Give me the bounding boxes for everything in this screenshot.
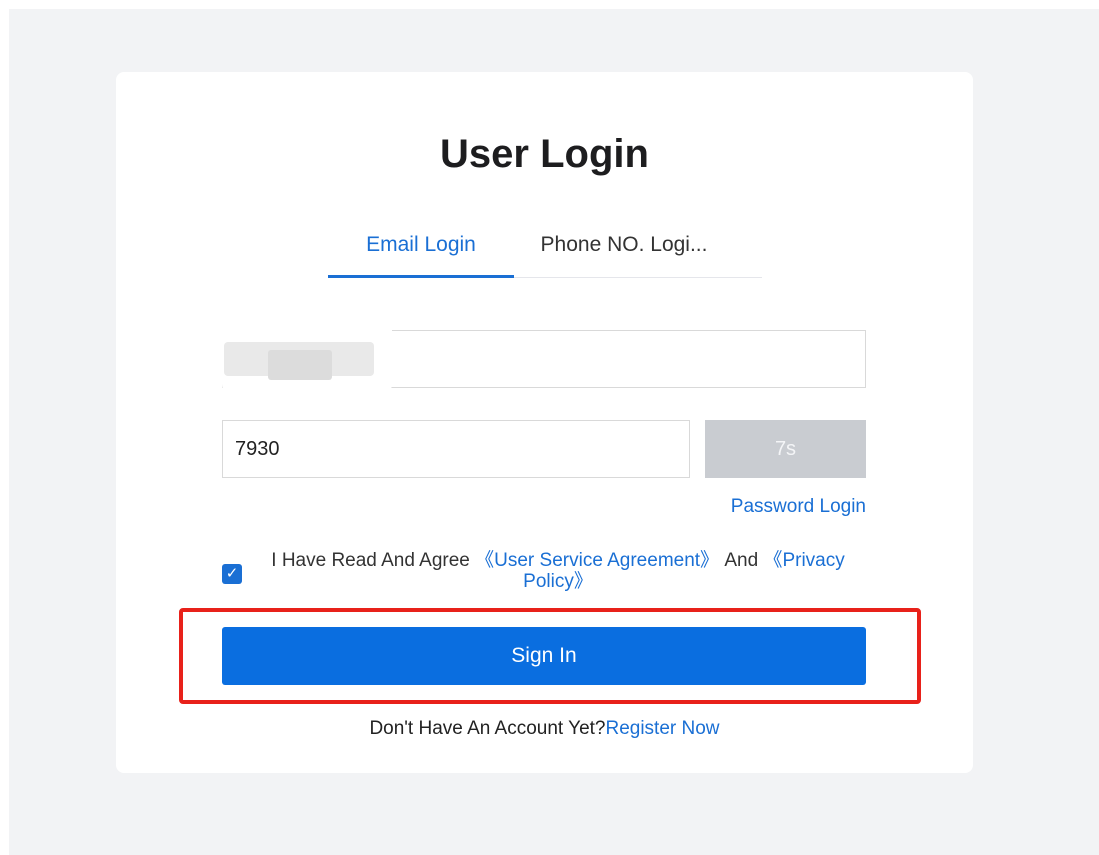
tab-email-login[interactable]: Email Login (328, 222, 514, 278)
login-tabs: Email Login Phone NO. Logi... (328, 222, 762, 278)
register-now-link[interactable]: Register Now (605, 718, 719, 739)
agreement-and: And (719, 550, 764, 571)
page-title: User Login (440, 132, 649, 176)
verification-code-input[interactable] (222, 420, 690, 478)
register-prompt: Don't Have An Account Yet? (369, 718, 606, 739)
tab-phone-login[interactable]: Phone NO. Logi... (524, 222, 724, 275)
password-login-link[interactable]: Password Login (731, 496, 866, 518)
send-code-countdown-button[interactable]: 7s (705, 420, 866, 478)
agreement-checkbox[interactable]: ✓ (222, 564, 242, 584)
agreement-text: I Have Read And Agree 《User Service Agre… (250, 550, 866, 592)
agreement-row: ✓ I Have Read And Agree 《User Service Ag… (222, 550, 866, 598)
user-service-agreement-link[interactable]: 《User Service Agreement》 (475, 550, 719, 571)
register-row: Don't Have An Account Yet?Register Now (116, 718, 973, 740)
agreement-prefix: I Have Read And Agree (271, 550, 476, 571)
sign-in-button[interactable]: Sign In (222, 627, 866, 685)
redacted-email-blur (222, 316, 392, 396)
login-card: User Login Email Login Phone NO. Logi...… (116, 72, 973, 773)
check-icon: ✓ (225, 565, 239, 582)
